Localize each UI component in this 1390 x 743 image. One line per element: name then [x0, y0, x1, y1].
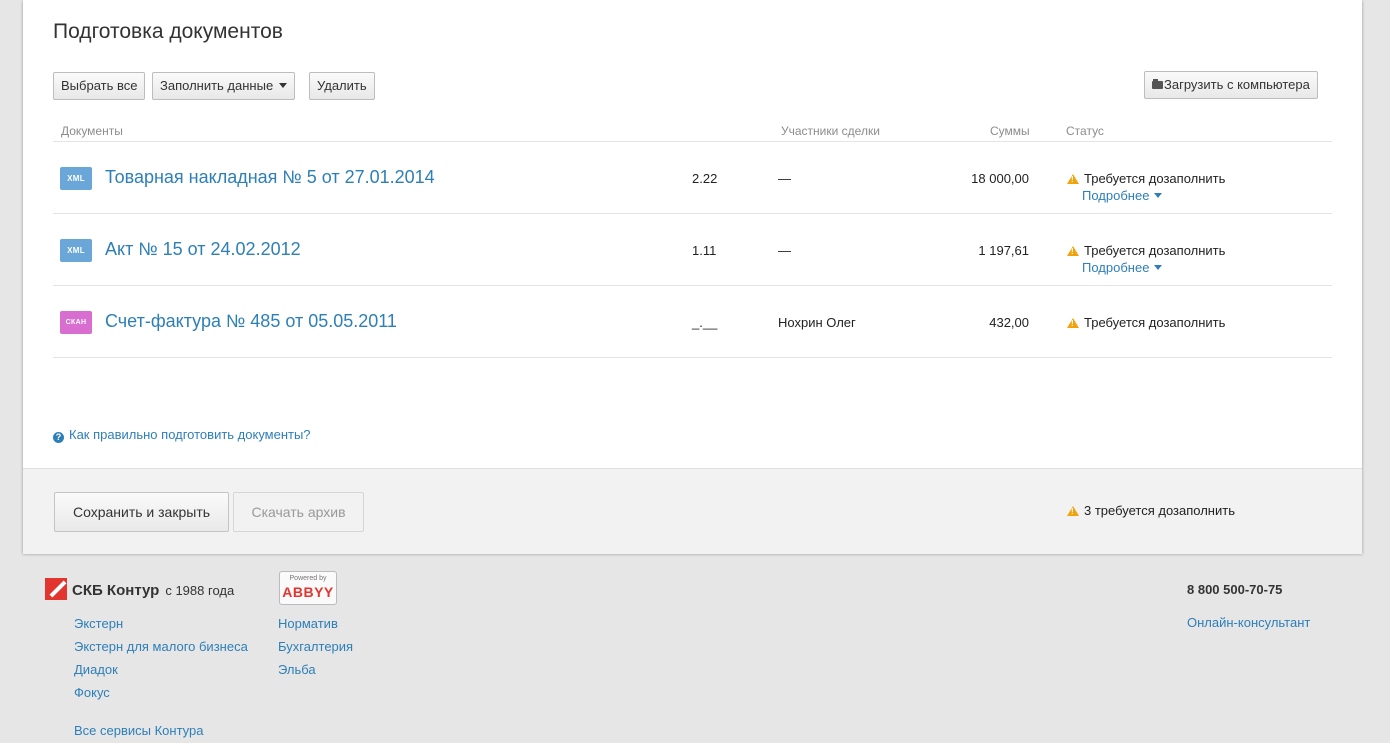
- warning-icon: [1067, 506, 1079, 516]
- fill-data-dropdown[interactable]: Заполнить данные: [152, 72, 296, 100]
- document-link[interactable]: Товарная накладная № 5 от 27.01.2014: [105, 167, 435, 188]
- footer-link-accounting[interactable]: Бухгалтерия: [278, 639, 353, 654]
- status-summary: 3 требуется дозаполнить: [1067, 503, 1235, 518]
- kontur-logo-icon: [45, 578, 67, 600]
- col-header-documents: Документы: [61, 124, 123, 138]
- fill-data-label: Заполнить данные: [160, 78, 274, 93]
- warning-icon: [1067, 318, 1079, 328]
- abbyy-powered-text: Powered by: [289, 575, 327, 582]
- chevron-down-icon: [1154, 265, 1163, 270]
- warning-icon: [1067, 174, 1079, 184]
- document-link[interactable]: Акт № 15 от 24.02.2012: [105, 239, 301, 260]
- details-label: Подробнее: [1082, 260, 1150, 275]
- status-text: Требуется дозаполнить: [1084, 243, 1226, 258]
- save-and-close-button[interactable]: Сохранить и закрыть: [54, 492, 229, 532]
- footer-link-normativ[interactable]: Норматив: [278, 616, 338, 631]
- col-header-sums: Суммы: [990, 124, 1030, 138]
- online-consultant-link[interactable]: Онлайн-консультант: [1187, 615, 1310, 630]
- chevron-down-icon: [1154, 193, 1163, 198]
- footer-link-extern[interactable]: Экстерн: [74, 616, 123, 631]
- participant: —: [778, 171, 791, 186]
- help-label: Как правильно подготовить документы?: [69, 427, 311, 442]
- participant: Нохрин Олег: [778, 315, 856, 330]
- select-all-button[interactable]: Выбрать все: [53, 72, 146, 100]
- action-bar: Сохранить и закрыть Скачать архив 3 треб…: [23, 468, 1362, 554]
- document-version: 2.22: [692, 171, 718, 186]
- xml-badge-icon: XML: [60, 239, 92, 262]
- status-text: Требуется дозаполнить: [1084, 171, 1226, 186]
- brand-logo[interactable]: СКБ Контур с 1988 года: [45, 578, 234, 600]
- warning-icon: [1067, 246, 1079, 256]
- status-text: Требуется дозаполнить: [1084, 315, 1226, 330]
- download-archive-button[interactable]: Скачать архив: [233, 492, 364, 532]
- status: Требуется дозаполнить: [1067, 315, 1225, 330]
- divider: [53, 357, 1332, 358]
- summary-text: 3 требуется дозаполнить: [1084, 503, 1235, 518]
- col-header-status: Статус: [1066, 124, 1104, 138]
- scan-badge-icon: СКАН: [60, 311, 92, 334]
- table-row[interactable]: XML Акт № 15 от 24.02.2012 1.11 — 1 197,…: [53, 214, 1332, 286]
- document-version: _.__: [692, 315, 718, 330]
- participant: —: [778, 243, 791, 258]
- footer-link-diadoc[interactable]: Диадок: [74, 662, 118, 677]
- amount: 1 197,61: [978, 243, 1029, 258]
- delete-button[interactable]: Удалить: [309, 72, 375, 100]
- question-icon: ?: [53, 432, 64, 443]
- table-row[interactable]: XML Товарная накладная № 5 от 27.01.2014…: [53, 142, 1332, 214]
- abbyy-logo[interactable]: Powered by ABBYY: [279, 571, 337, 605]
- footer-link-elba[interactable]: Эльба: [278, 662, 316, 677]
- help-link[interactable]: ? Как правильно подготовить документы?: [53, 427, 311, 443]
- abbyy-name: ABBYY: [282, 584, 334, 600]
- xml-badge-icon: XML: [60, 167, 92, 190]
- footer-link-focus[interactable]: Фокус: [74, 685, 110, 700]
- support-phone: 8 800 500-70-75: [1187, 582, 1283, 597]
- brand-name: СКБ Контур: [72, 582, 160, 599]
- status: Требуется дозаполнить: [1067, 171, 1225, 186]
- table-row[interactable]: СКАН Счет-фактура № 485 от 05.05.2011 _.…: [53, 286, 1332, 358]
- folder-icon: [1152, 79, 1163, 89]
- footer-link-all-services[interactable]: Все сервисы Контура: [74, 723, 204, 738]
- upload-button[interactable]: Загрузить с компьютера: [1144, 71, 1318, 99]
- col-header-participants: Участники сделки: [781, 124, 880, 138]
- upload-label: Загрузить с компьютера: [1164, 77, 1310, 92]
- status: Требуется дозаполнить: [1067, 243, 1225, 258]
- details-label: Подробнее: [1082, 188, 1150, 203]
- amount: 18 000,00: [971, 171, 1029, 186]
- amount: 432,00: [989, 315, 1029, 330]
- brand-since: с 1988 года: [165, 583, 235, 598]
- document-link[interactable]: Счет-фактура № 485 от 05.05.2011: [105, 311, 397, 332]
- details-link[interactable]: Подробнее: [1082, 188, 1163, 203]
- documents-panel: Подготовка документов Выбрать все Заполн…: [23, 0, 1362, 554]
- chevron-down-icon: [279, 83, 288, 88]
- footer-link-extern-small-business[interactable]: Экстерн для малого бизнеса: [74, 639, 248, 654]
- details-link[interactable]: Подробнее: [1082, 260, 1163, 275]
- page-title: Подготовка документов: [53, 20, 283, 43]
- document-version: 1.11: [692, 243, 717, 258]
